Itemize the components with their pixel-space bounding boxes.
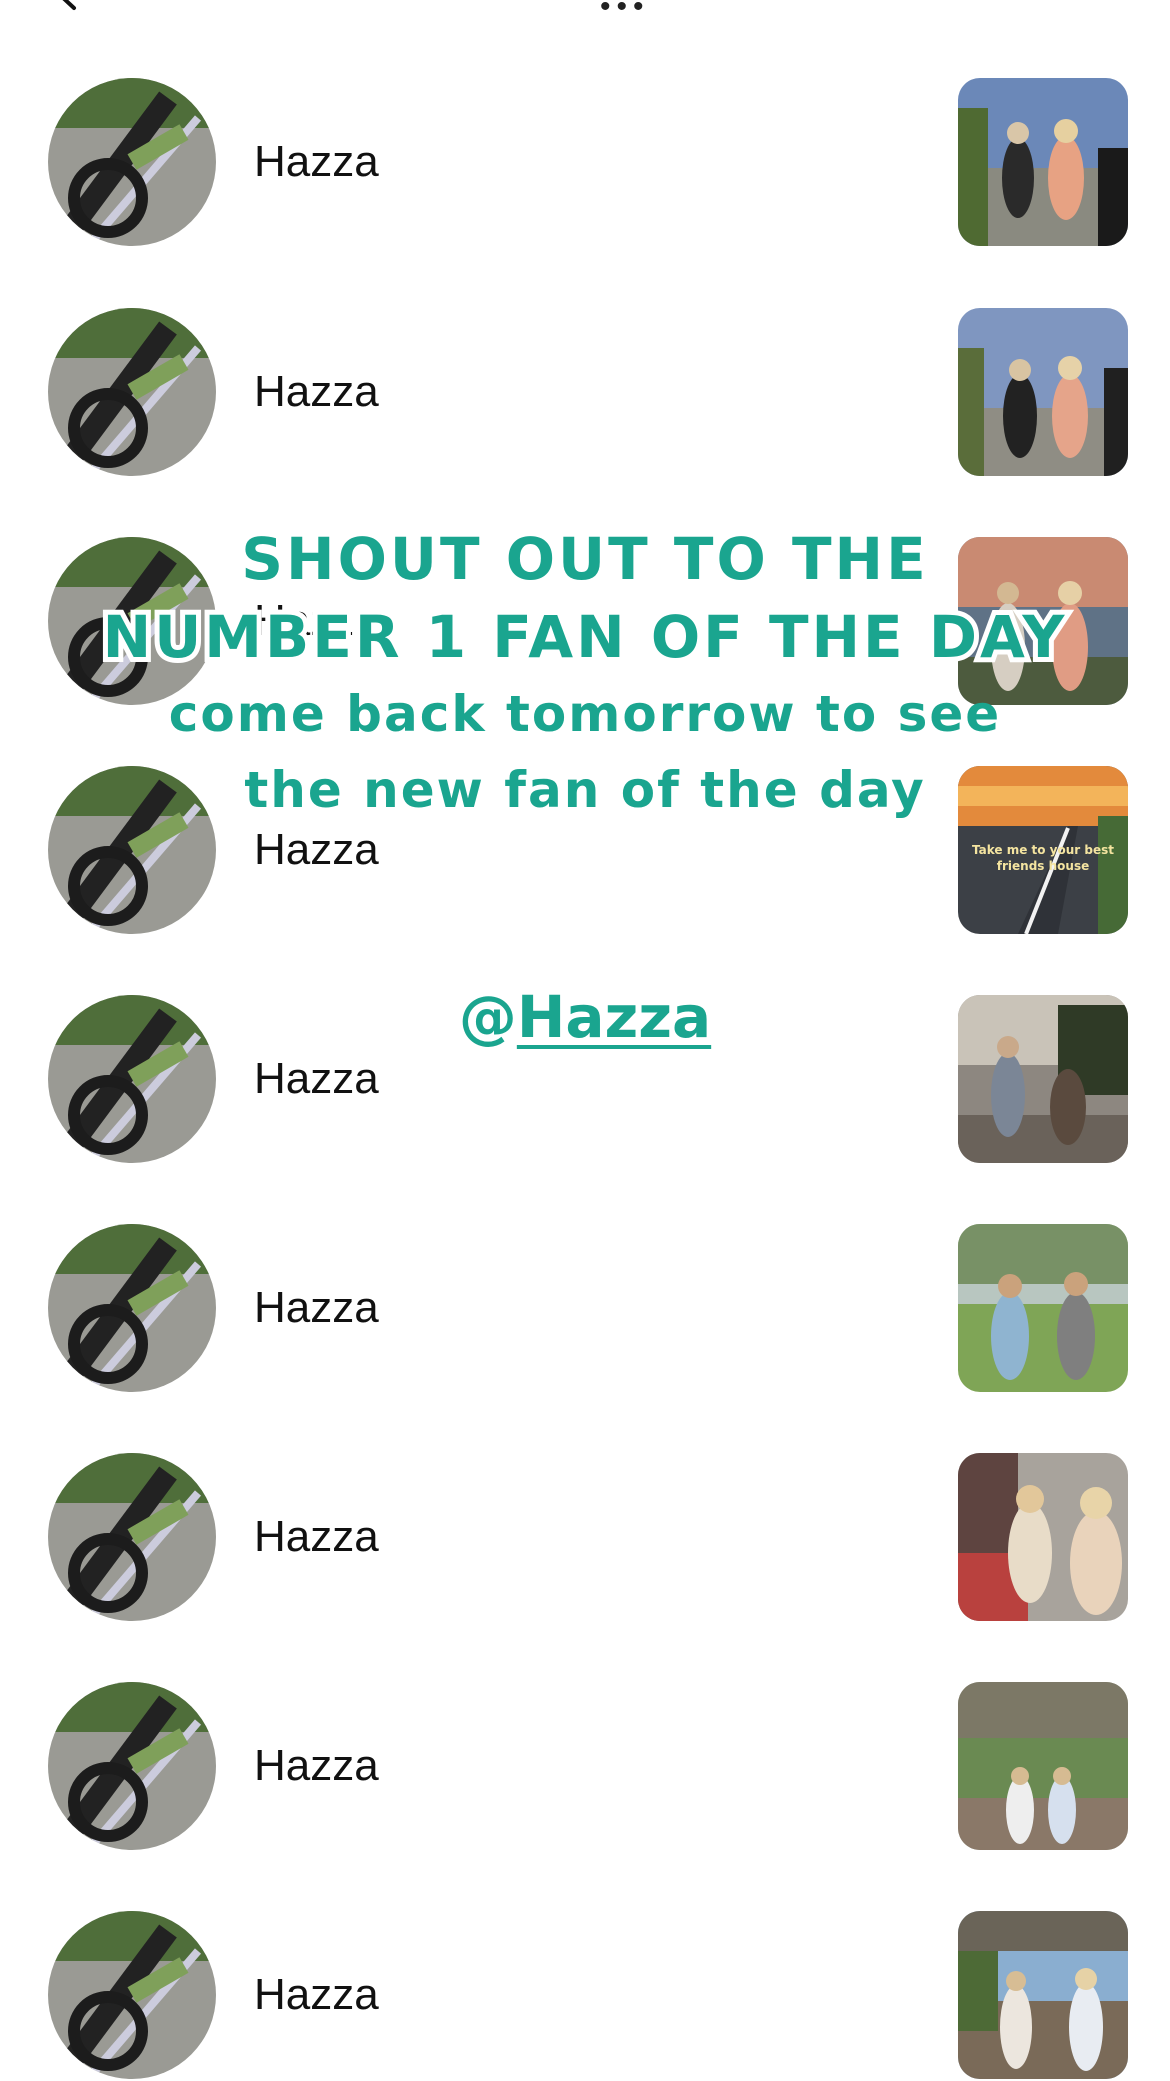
avatar[interactable] xyxy=(48,78,216,246)
mention-prefix: @ xyxy=(458,983,517,1051)
username[interactable]: Hazza xyxy=(254,1969,379,2021)
video-thumbnail[interactable] xyxy=(958,78,1128,246)
overlay-headline-2: NUMBER 1 FAN OF THE DAY xyxy=(98,598,1070,676)
shoutout-overlay: SHOUT OUT TO THE NUMBER 1 FAN OF THE DAY… xyxy=(0,520,1170,1051)
avatar[interactable] xyxy=(48,308,216,476)
overlay-mention[interactable]: @Hazza xyxy=(0,982,1170,1052)
username[interactable]: Hazza xyxy=(254,824,379,876)
username[interactable]: Hazza xyxy=(254,1511,379,1563)
mention-handle[interactable]: Hazza xyxy=(517,983,711,1051)
avatar[interactable] xyxy=(48,1682,216,1850)
video-thumbnail[interactable] xyxy=(958,1682,1128,1850)
avatar[interactable] xyxy=(48,1224,216,1392)
list-item[interactable]: Hazza xyxy=(0,1682,1170,1852)
avatar[interactable] xyxy=(48,1911,216,2079)
overlay-subtext: come back tomorrow to see xyxy=(168,685,1002,743)
username[interactable]: Hazza xyxy=(254,136,379,188)
video-thumbnail[interactable] xyxy=(958,1911,1128,2079)
username[interactable]: Hazza xyxy=(254,366,379,418)
overlay-headline: SHOUT OUT TO THE xyxy=(236,520,930,598)
video-thumbnail[interactable] xyxy=(958,308,1128,476)
list-item[interactable]: Hazza xyxy=(0,1911,1170,2081)
chevron-left-icon[interactable] xyxy=(52,0,86,12)
username[interactable]: Hazza xyxy=(254,1053,379,1105)
top-bar: ••• xyxy=(0,0,1170,23)
avatar[interactable] xyxy=(48,1453,216,1621)
list-item[interactable]: Hazza xyxy=(0,308,1170,478)
video-thumbnail[interactable] xyxy=(958,1224,1128,1392)
list-item[interactable]: Hazza xyxy=(0,78,1170,248)
list-item[interactable]: Hazza xyxy=(0,1453,1170,1623)
list-item[interactable]: Hazza xyxy=(0,1224,1170,1394)
username[interactable]: Hazza xyxy=(254,1740,379,1792)
thumbnail-caption: Take me to your best friends house xyxy=(971,843,1114,873)
video-thumbnail[interactable] xyxy=(958,1453,1128,1621)
username[interactable]: Hazza xyxy=(254,1282,379,1334)
overlay-subtext-2: the new fan of the day xyxy=(244,761,926,819)
more-dots-icon[interactable]: ••• xyxy=(600,0,650,24)
